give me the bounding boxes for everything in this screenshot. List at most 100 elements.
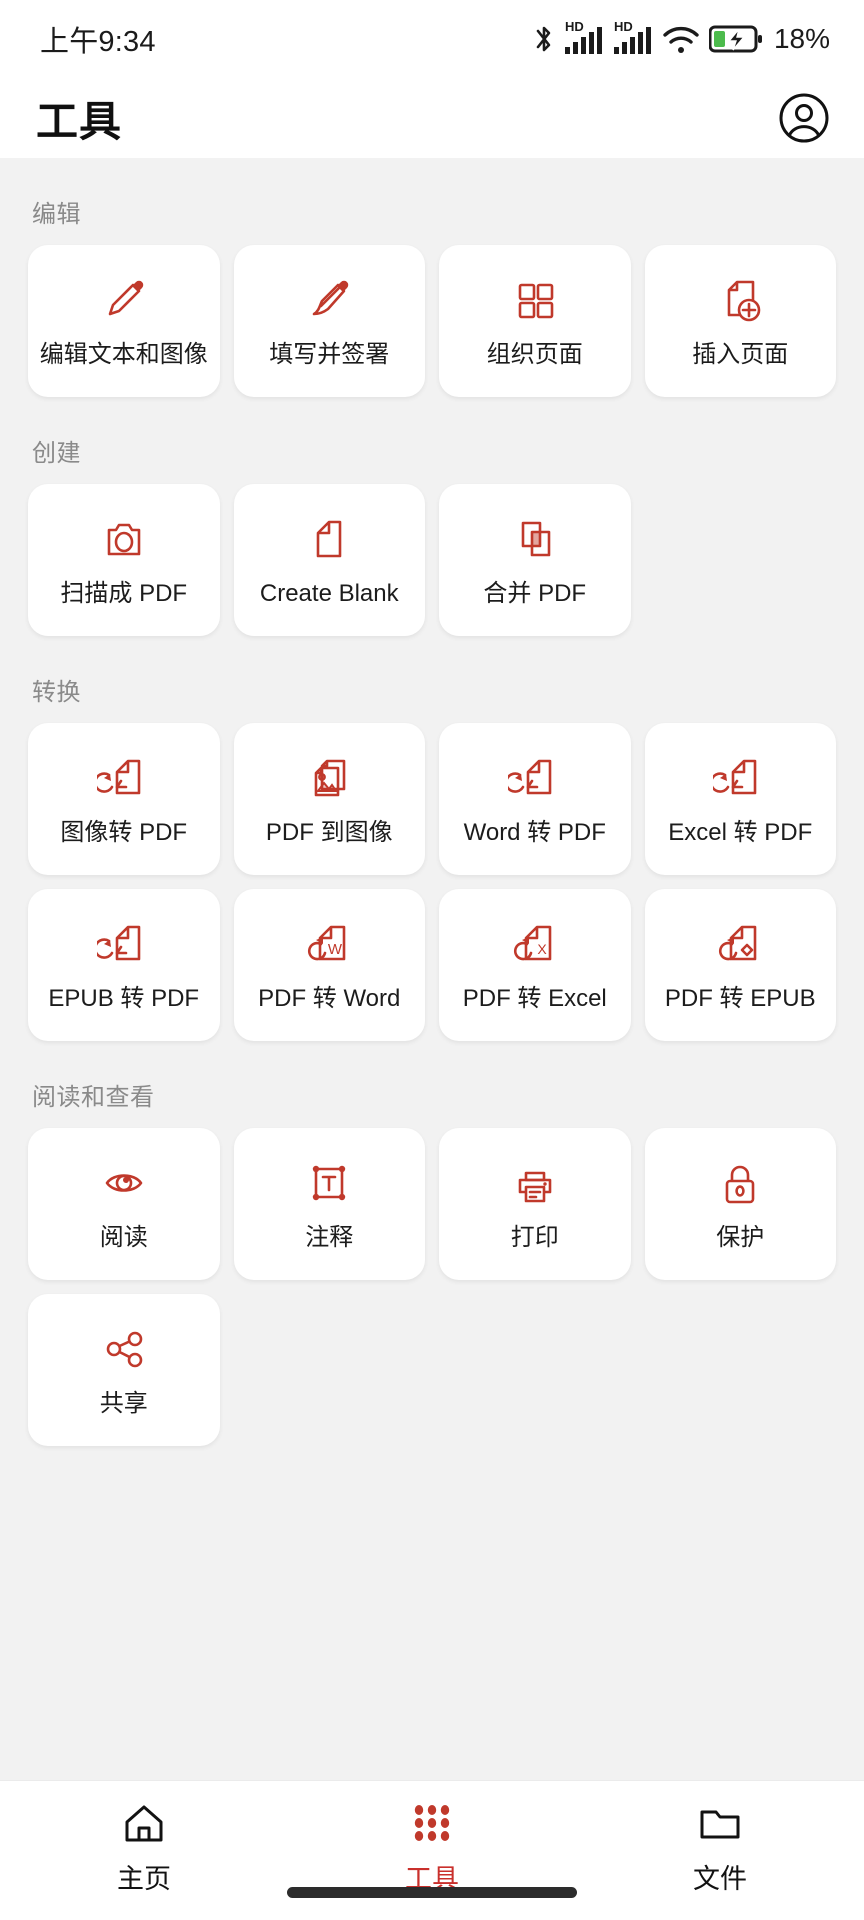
tool-card[interactable]: 组织页面 (439, 245, 631, 397)
tool-card-label: PDF 转 EPUB (664, 985, 816, 1012)
tool-card[interactable]: 图像转 PDF (28, 723, 220, 875)
tool-card-label: 阅读 (99, 1224, 148, 1251)
tool-card-label: 插入页面 (692, 341, 789, 368)
tool-card-label: 扫描成 PDF (60, 580, 188, 607)
tool-card-label: PDF 到图像 (265, 819, 393, 846)
bottom-navigation: 主页 工具文件 (0, 1780, 864, 1920)
battery-charging-icon (708, 24, 763, 54)
grid-four-squares-icon (508, 271, 562, 329)
nav-item-label: 文件 (693, 1864, 747, 1894)
tool-card-label: 打印 (510, 1224, 559, 1251)
tool-card[interactable]: PDF 转 EPUB (644, 889, 836, 1041)
pdf-to-epub-icon (713, 915, 767, 973)
tool-card[interactable]: 填写并签署 (233, 245, 425, 397)
hd-signal-icon: HD (564, 19, 604, 55)
tool-card[interactable]: 扫描成 PDF (28, 484, 220, 636)
tool-grid: 阅读 注释 打印 保护共享 (28, 1128, 836, 1446)
tool-card-label: Create Blank (259, 580, 399, 607)
nav-item-2[interactable]: 文件 (576, 1797, 864, 1896)
svg-text:W: W (328, 941, 343, 958)
tool-card-label: 保护 (716, 1224, 765, 1251)
lock-icon (713, 1154, 767, 1212)
nav-item-label: 主页 (117, 1864, 171, 1894)
page-plus-icon (713, 271, 767, 329)
hd-label: HD (564, 19, 584, 34)
tool-grid: 图像转 PDF PDF 到图像 Word 转 PDF Excel 转 PDF EPUB … (28, 723, 836, 1041)
eye-icon (97, 1154, 151, 1212)
tool-card[interactable]: 保护 (644, 1128, 836, 1280)
convert-to-pdf-icon (96, 915, 151, 973)
tool-card[interactable]: 共享 (28, 1294, 220, 1446)
tool-card-label: 编辑文本和图像 (39, 341, 208, 368)
pdf-to-image-icon (302, 749, 356, 807)
convert-to-pdf-icon (507, 749, 562, 807)
tool-card-label: Excel 转 PDF (668, 819, 813, 846)
app-header: 工具 (0, 78, 864, 158)
tool-card-label: PDF 转 Excel (462, 985, 607, 1012)
app-root: 上午9:34 HD HD 18% 工具 编辑 编辑文本和图像 填写并签署 组织页… (0, 0, 864, 1920)
status-bar: 上午9:34 HD HD 18% (0, 0, 864, 78)
tool-grid: 扫描成 PDF Create Blank 合并 PDF (28, 484, 836, 636)
section-2: 转换图像转 PDF PDF 到图像 Word 转 PDF Excel 转 PDF EPU… (28, 636, 836, 1041)
nav-item-1[interactable]: 工具 (288, 1797, 576, 1896)
home-indicator (287, 1887, 577, 1898)
status-clock: 上午9:34 (40, 26, 156, 58)
tool-card[interactable]: 插入页面 (644, 245, 836, 397)
hd-label-2: HD (613, 19, 633, 34)
pdf-to-word-icon: W (302, 915, 356, 973)
tool-card[interactable]: 合并 PDF (439, 484, 631, 636)
tool-card[interactable]: 编辑文本和图像 (28, 245, 220, 397)
tool-card-label: 合并 PDF (483, 580, 587, 607)
tool-card[interactable]: 打印 (439, 1128, 631, 1280)
camera-icon (97, 510, 151, 568)
grid-dots-icon (410, 1797, 454, 1849)
share-icon (97, 1320, 151, 1378)
section-title: 转换 (32, 679, 81, 706)
tool-card[interactable]: PDF 到图像 (233, 723, 425, 875)
pencil-icon (97, 271, 151, 329)
tool-card-label: 注释 (305, 1224, 354, 1251)
bluetooth-icon (533, 23, 555, 55)
pdf-to-excel-icon: X (508, 915, 562, 973)
svg-text:X: X (537, 941, 547, 957)
convert-to-pdf-icon (713, 749, 767, 807)
tool-card[interactable]: 阅读 (28, 1128, 220, 1280)
tool-card-label: 填写并签署 (269, 341, 390, 368)
nav-item-0[interactable]: 主页 (0, 1797, 288, 1896)
section-0: 编辑编辑文本和图像 填写并签署 组织页面 插入页面 (28, 158, 836, 397)
tool-card[interactable]: Word 转 PDF (439, 723, 631, 875)
account-circle-icon[interactable] (774, 88, 834, 148)
text-annotate-icon (302, 1154, 356, 1212)
section-title: 阅读和查看 (32, 1084, 155, 1111)
tool-card[interactable]: X PDF 转 Excel (439, 889, 631, 1041)
tool-card-label: 图像转 PDF (60, 819, 188, 846)
tool-card[interactable]: EPUB 转 PDF (28, 889, 220, 1041)
merge-squares-icon (508, 510, 562, 568)
tool-card[interactable]: W PDF 转 Word (233, 889, 425, 1041)
blank-page-icon (302, 510, 356, 568)
page-title: 工具 (36, 97, 123, 145)
home-icon (121, 1797, 167, 1849)
folder-icon (697, 1797, 743, 1849)
tool-card-label: Word 转 PDF (463, 819, 606, 846)
section-3: 阅读和查看阅读 注释 打印 保护共享 (28, 1041, 836, 1446)
printer-icon (508, 1154, 562, 1212)
convert-to-pdf-icon (96, 749, 151, 807)
tool-card-label: 共享 (99, 1390, 148, 1417)
hd-signal-icon-2: HD (613, 19, 653, 55)
tool-card[interactable]: Create Blank (233, 484, 425, 636)
section-title: 创建 (32, 440, 81, 467)
sign-pen-icon (302, 271, 356, 329)
section-title: 编辑 (32, 201, 81, 228)
tool-card[interactable]: Excel 转 PDF (644, 723, 836, 875)
tool-card-label: PDF 转 Word (258, 985, 401, 1012)
tool-card-label: 组织页面 (486, 341, 583, 368)
tools-scroll-area[interactable]: 编辑编辑文本和图像 填写并签署 组织页面 插入页面创建扫描成 PDF Create Bl… (0, 158, 864, 1780)
status-icon-group: HD HD 18% (533, 19, 830, 55)
tool-card[interactable]: 注释 (233, 1128, 425, 1280)
tool-grid: 编辑文本和图像 填写并签署 组织页面 插入页面 (28, 245, 836, 397)
section-1: 创建扫描成 PDF Create Blank 合并 PDF (28, 397, 836, 636)
tool-card-label: EPUB 转 PDF (48, 985, 200, 1012)
wifi-icon (662, 23, 700, 55)
battery-percent-label: 18% (773, 23, 830, 54)
